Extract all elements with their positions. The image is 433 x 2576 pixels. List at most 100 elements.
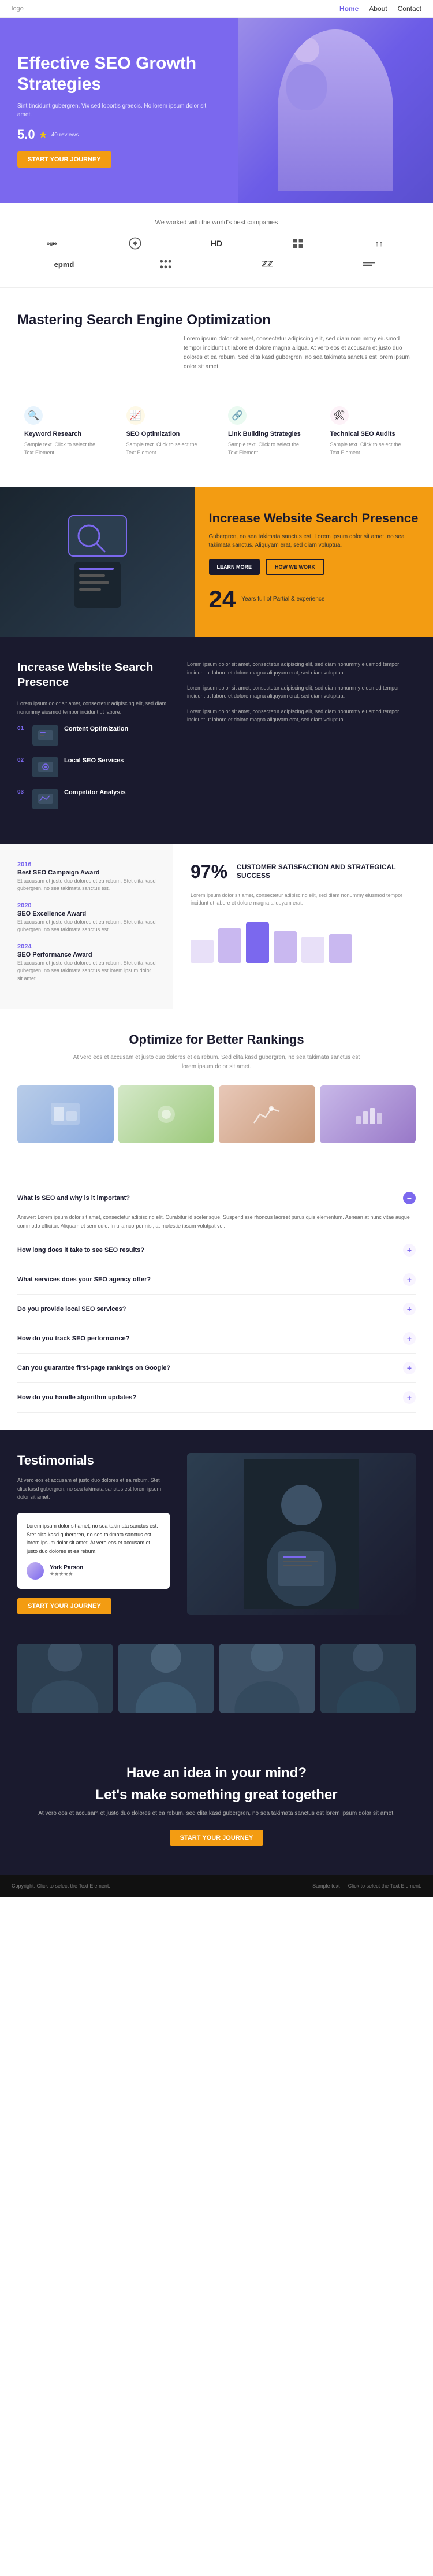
service-num-1: 01 bbox=[17, 725, 27, 732]
nav-contact[interactable]: Contact bbox=[398, 5, 421, 13]
faq-question-6: Can you guarantee first-page rankings on… bbox=[17, 1365, 170, 1372]
how-we-work-button[interactable]: HOW WE WORK bbox=[266, 559, 324, 575]
brand-4 bbox=[261, 236, 334, 250]
testimonial-image bbox=[187, 1453, 416, 1615]
faq-question-1: What is SEO and why is it important? bbox=[17, 1195, 130, 1202]
navbar: logo Home About Contact bbox=[0, 0, 433, 18]
service-keyword-title: Keyword Research bbox=[24, 431, 103, 438]
keyword-icon: 🔍 bbox=[24, 406, 43, 425]
testimonial-author: York Parson ★★★★★ bbox=[27, 1562, 160, 1580]
testimonial-text: Lorem ipsum dolor sit amet, no sea takim… bbox=[27, 1522, 160, 1555]
brand-logo-6: epmd bbox=[17, 260, 111, 269]
service-link-desc: Sample text. Click to select the Text El… bbox=[228, 441, 307, 457]
years-experience: 24 Years full of Partial & experience bbox=[209, 585, 420, 613]
team-grid bbox=[17, 1644, 416, 1713]
footer-link-1[interactable]: Sample text bbox=[312, 1883, 340, 1889]
award-title-2: SEO Excellence Award bbox=[17, 910, 156, 917]
nav-home[interactable]: Home bbox=[339, 5, 359, 13]
brand-logo-2 bbox=[99, 236, 172, 250]
awards-left: 2016 Best SEO Campaign Award Et accusam … bbox=[0, 844, 173, 1010]
service-title-3: Competitor Analysis bbox=[64, 789, 126, 796]
testimonials-btn-wrapper: START YOUR JOURNEY bbox=[17, 1598, 170, 1614]
brand-9 bbox=[322, 257, 416, 271]
brand-hd: HD bbox=[180, 239, 253, 248]
hero-star-icon: ★ bbox=[39, 129, 48, 141]
faq-toggle-2[interactable]: + bbox=[403, 1244, 416, 1257]
faq-question-4: Do you provide local SEO services? bbox=[17, 1306, 126, 1313]
years-number: 24 bbox=[209, 585, 236, 613]
team-section bbox=[0, 1638, 433, 1736]
award-title-1: Best SEO Campaign Award bbox=[17, 869, 156, 876]
learn-more-button[interactable]: LEARN MORE bbox=[209, 559, 260, 575]
presence-text-3: Lorem ipsum dolor sit amet, consectetur … bbox=[187, 707, 416, 724]
increase-banner-section: Increase Website Search Presence Gubergr… bbox=[0, 487, 433, 637]
hero-rating-score: 5.0 bbox=[17, 127, 35, 142]
service-item-3: 03 Competitor Analysis bbox=[17, 789, 170, 809]
faq-item-7[interactable]: How do you handle algorithm updates? + bbox=[17, 1383, 416, 1413]
gallery-item-1 bbox=[17, 1085, 114, 1143]
hero-image bbox=[238, 18, 433, 203]
award-desc-1: Et accusam et justo duo dolores et ea re… bbox=[17, 877, 156, 893]
gallery-item-4 bbox=[320, 1085, 416, 1143]
award-year-3: 2024 bbox=[17, 943, 156, 950]
faq-item-6[interactable]: Can you guarantee first-page rankings on… bbox=[17, 1354, 416, 1383]
service-technical: 🛠 Technical SEO Audits Sample text. Clic… bbox=[323, 399, 416, 464]
award-item-1: 2016 Best SEO Campaign Award Et accusam … bbox=[17, 861, 156, 893]
brands-section: We worked with the world's best companie… bbox=[0, 203, 433, 287]
faq-item-3[interactable]: What services does your SEO agency offer… bbox=[17, 1265, 416, 1295]
brand-logo-8: ℤℤ bbox=[221, 260, 314, 269]
optimize-heading: Optimize for Better Rankings bbox=[17, 1032, 416, 1047]
increase-heading: Increase Website Search Presence bbox=[209, 510, 420, 527]
nav-about[interactable]: About bbox=[369, 5, 387, 13]
brand-ogie: ogie bbox=[17, 236, 91, 250]
service-info-2: Local SEO Services bbox=[64, 757, 124, 766]
link-icon: 🔗 bbox=[228, 406, 247, 425]
faq-toggle-7[interactable]: + bbox=[403, 1391, 416, 1404]
faq-toggle-1[interactable]: − bbox=[403, 1192, 416, 1204]
hero-person-graphic bbox=[278, 29, 393, 191]
technical-icon: 🛠 bbox=[330, 406, 349, 425]
service-technical-title: Technical SEO Audits bbox=[330, 431, 409, 438]
faq-toggle-5[interactable]: + bbox=[403, 1332, 416, 1345]
award-item-3: 2024 SEO Performance Award Et accusam et… bbox=[17, 943, 156, 983]
brand-logo-4 bbox=[261, 236, 334, 250]
increase-right: Increase Website Search Presence Gubergr… bbox=[195, 487, 433, 637]
mastering-section: Mastering Search Engine Optimization Lor… bbox=[0, 288, 433, 487]
brand-arrows: ↑↑ bbox=[342, 239, 416, 248]
gallery-grid bbox=[17, 1085, 416, 1143]
faq-toggle-3[interactable]: + bbox=[403, 1273, 416, 1286]
increase-description: Gubergren, no sea takimata sanctus est. … bbox=[209, 532, 420, 550]
brand-logo-1: ogie bbox=[17, 236, 91, 250]
footer-links: Sample text Click to select the Text Ele… bbox=[312, 1883, 421, 1889]
service-title-2: Local SEO Services bbox=[64, 757, 124, 764]
seo-icon: 📈 bbox=[126, 406, 145, 425]
footer-link-2[interactable]: Click to select the Text Element. bbox=[348, 1883, 421, 1889]
brand-dots bbox=[119, 257, 212, 271]
hero-section: Effective SEO Growth Strategies Sint tin… bbox=[0, 18, 433, 203]
team-card-4 bbox=[320, 1644, 416, 1713]
faq-item-2[interactable]: How long does it take to see SEO results… bbox=[17, 1236, 416, 1265]
presence-right: Lorem ipsum dolor sit amet, consectetur … bbox=[187, 660, 416, 821]
testimonials-heading: Testimonials bbox=[17, 1453, 170, 1468]
testimonials-cta-button[interactable]: START YOUR JOURNEY bbox=[17, 1598, 111, 1614]
cta-button[interactable]: START YOUR JOURNEY bbox=[170, 1830, 264, 1846]
service-keyword: 🔍 Keyword Research Sample text. Click to… bbox=[17, 399, 110, 464]
faq-toggle-6[interactable]: + bbox=[403, 1362, 416, 1374]
author-avatar bbox=[27, 1562, 44, 1580]
faq-question-7: How do you handle algorithm updates? bbox=[17, 1394, 136, 1401]
faq-item-5[interactable]: How do you track SEO performance? + bbox=[17, 1324, 416, 1354]
hero-cta-button[interactable]: START YOUR JOURNEY bbox=[17, 151, 111, 168]
service-link-title: Link Building Strategies bbox=[228, 431, 307, 438]
brand-epmd: epmd bbox=[17, 260, 111, 269]
faq-item-4[interactable]: Do you provide local SEO services? + bbox=[17, 1295, 416, 1324]
service-keyword-desc: Sample text. Click to select the Text El… bbox=[24, 441, 103, 457]
faq-toggle-4[interactable]: + bbox=[403, 1303, 416, 1315]
faq-item-1[interactable]: What is SEO and why is it important? − bbox=[17, 1184, 416, 1213]
award-desc-3: Et accusam et justo duo dolores et ea re… bbox=[17, 959, 156, 983]
author-name: York Parson bbox=[50, 1565, 83, 1571]
presence-text-1: Lorem ipsum dolor sit amet, consectetur … bbox=[187, 660, 416, 677]
faq-question-3: What services does your SEO agency offer… bbox=[17, 1276, 151, 1283]
faq-question-5: How do you track SEO performance? bbox=[17, 1335, 129, 1342]
service-thumb-2 bbox=[32, 757, 58, 777]
optimize-section: Optimize for Better Rankings At vero eos… bbox=[0, 1009, 433, 1166]
